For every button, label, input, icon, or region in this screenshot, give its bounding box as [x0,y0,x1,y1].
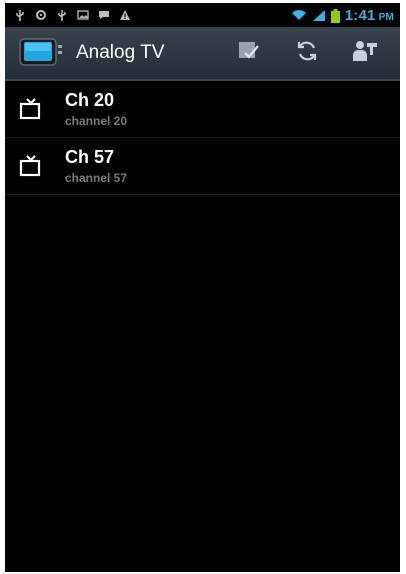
message-icon [98,9,110,21]
channel-list: Ch 20 channel 20 Ch 57 channel 57 [5,81,400,195]
tv-icon [19,154,43,178]
refresh-icon [295,39,319,68]
settings-person-icon [352,39,378,68]
edit-channels-button[interactable] [220,27,278,79]
usb-icon [56,9,68,21]
channel-subtitle: channel 20 [65,114,128,128]
wifi-icon [291,9,307,21]
channel-subtitle: channel 57 [65,171,128,185]
screen: 1:41 PM Analog TV Ch 20 channel 20 Ch 57… [5,3,400,572]
signal-icon [312,9,326,21]
action-bar: Analog TV [5,27,400,81]
app-title: Analog TV [76,42,165,63]
list-item-channel-20[interactable]: Ch 20 channel 20 [5,81,400,138]
status-clock: 1:41 PM [344,6,394,24]
edit-check-icon [238,41,260,66]
usb-icon [14,9,26,21]
refresh-button[interactable] [278,27,336,79]
gear-icon [35,9,47,21]
channel-name: Ch 57 [65,147,115,167]
tv-icon [19,97,43,121]
channel-name: Ch 20 [65,90,115,110]
battery-icon [330,9,340,23]
image-icon [77,9,89,21]
settings-button[interactable] [336,27,394,79]
list-item-channel-57[interactable]: Ch 57 channel 57 [5,138,400,195]
warning-icon [119,9,131,21]
status-bar: 1:41 PM [5,3,400,27]
app-tv-icon[interactable] [19,37,63,69]
